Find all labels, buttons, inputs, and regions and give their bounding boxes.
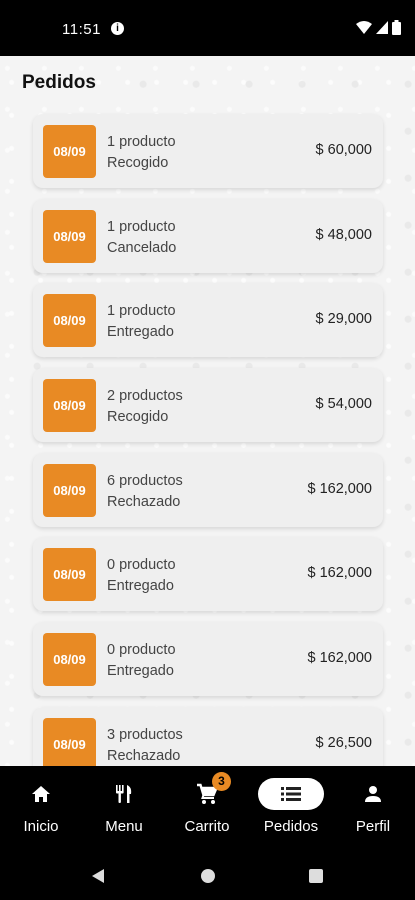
- order-date-badge: 08/09: [43, 379, 96, 433]
- order-status: Recogido: [107, 155, 169, 171]
- order-info: 0 producto Entregado: [107, 555, 176, 597]
- order-status: Entregado: [107, 324, 174, 341]
- order-date-badge: 08/09: [43, 548, 96, 602]
- order-price: $ 162,000: [307, 565, 372, 582]
- nav-item-inicio[interactable]: Inicio: [1, 778, 81, 835]
- order-item-count: 3 productos: [107, 726, 183, 743]
- orders-screen: Pedidos 08/09 1 producto Recogido $ 60,0…: [0, 56, 415, 766]
- order-card[interactable]: 08/09 0 producto Entregado $ 162,000: [33, 537, 383, 612]
- order-item-count: 1 producto: [107, 218, 176, 235]
- order-item-count: 1 producto: [107, 134, 176, 150]
- status-bar: 11:51 i: [0, 0, 415, 56]
- order-status: Entregado: [107, 578, 174, 595]
- order-date-badge: 08/09: [43, 125, 96, 178]
- order-info: 1 producto Recogido: [107, 132, 176, 174]
- order-date-badge: 08/09: [43, 717, 96, 766]
- nav-item-pedidos[interactable]: Pedidos: [251, 778, 331, 835]
- wifi-icon: [356, 20, 372, 34]
- battery-icon: [392, 20, 401, 35]
- status-time: 11:51: [62, 21, 101, 38]
- order-date-badge: 08/09: [43, 209, 96, 263]
- home-circle-icon[interactable]: [200, 868, 216, 884]
- order-info: 3 productos Rechazado: [107, 725, 183, 766]
- order-price: $ 48,000: [315, 226, 372, 243]
- order-status: Rechazado: [107, 493, 181, 510]
- info-icon: i: [111, 22, 124, 35]
- order-price: $ 162,000: [307, 480, 372, 497]
- orders-list: 08/09 1 producto Recogido $ 60,000 08/09…: [33, 114, 383, 766]
- order-price: $ 29,000: [315, 311, 372, 328]
- cart-icon: 3: [174, 772, 240, 810]
- cart-count-badge: 3: [212, 772, 231, 791]
- order-card[interactable]: 08/09 0 producto Entregado $ 162,000: [33, 622, 383, 697]
- nav-label: Carrito: [184, 818, 230, 835]
- order-card[interactable]: 08/09 1 producto Recogido $ 60,000: [33, 114, 383, 188]
- page-title: Pedidos: [22, 72, 96, 93]
- order-status: Rechazado: [107, 747, 181, 764]
- order-status: Cancelado: [107, 239, 177, 256]
- nav-item-menu[interactable]: Menu: [84, 778, 164, 835]
- signal-icon: [376, 20, 388, 34]
- order-info: 1 producto Cancelado: [107, 217, 176, 259]
- order-status: Entregado: [107, 663, 174, 680]
- order-item-count: 2 productos: [107, 388, 183, 405]
- order-info: 0 producto Entregado: [107, 640, 176, 682]
- order-date-badge: 08/09: [43, 294, 96, 348]
- order-price: $ 60,000: [315, 142, 372, 158]
- order-info: 6 productos Rechazado: [107, 471, 183, 513]
- nav-label: Inicio: [23, 818, 59, 835]
- order-info: 2 productos Recogido: [107, 386, 183, 428]
- nav-item-carrito[interactable]: 3 Carrito: [167, 772, 247, 835]
- order-info: 1 producto Entregado: [107, 301, 176, 343]
- nav-label: Pedidos: [263, 818, 319, 835]
- order-item-count: 1 producto: [107, 303, 176, 320]
- nav-label: Menu: [105, 818, 143, 835]
- nav-label: Perfil: [355, 818, 391, 835]
- nav-item-perfil[interactable]: Perfil: [333, 778, 413, 835]
- system-nav-bar: [0, 850, 415, 900]
- order-status: Recogido: [107, 409, 169, 426]
- order-price: $ 162,000: [307, 650, 372, 667]
- order-date-badge: 08/09: [43, 633, 96, 687]
- recents-icon[interactable]: [308, 868, 324, 884]
- bottom-nav: Inicio Menu 3 Carrito Pedidos Perfil: [0, 766, 415, 850]
- order-card[interactable]: 08/09 1 producto Cancelado $ 48,000: [33, 198, 383, 273]
- list-icon: [258, 778, 324, 810]
- person-icon: [340, 778, 406, 810]
- order-item-count: 0 producto: [107, 557, 176, 574]
- order-price: $ 26,500: [315, 734, 372, 751]
- order-price: $ 54,000: [315, 396, 372, 413]
- order-card[interactable]: 08/09 1 producto Entregado $ 29,000: [33, 283, 383, 358]
- home-icon: [8, 778, 74, 810]
- order-card[interactable]: 08/09 3 productos Rechazado $ 26,500: [33, 706, 383, 766]
- order-card[interactable]: 08/09 2 productos Recogido $ 54,000: [33, 368, 383, 443]
- status-icons: [356, 20, 401, 35]
- utensils-icon: [91, 778, 157, 810]
- order-item-count: 6 productos: [107, 472, 183, 489]
- order-item-count: 0 producto: [107, 642, 176, 659]
- back-icon[interactable]: [90, 868, 106, 884]
- order-date-badge: 08/09: [43, 463, 96, 517]
- order-card[interactable]: 08/09 6 productos Rechazado $ 162,000: [33, 452, 383, 527]
